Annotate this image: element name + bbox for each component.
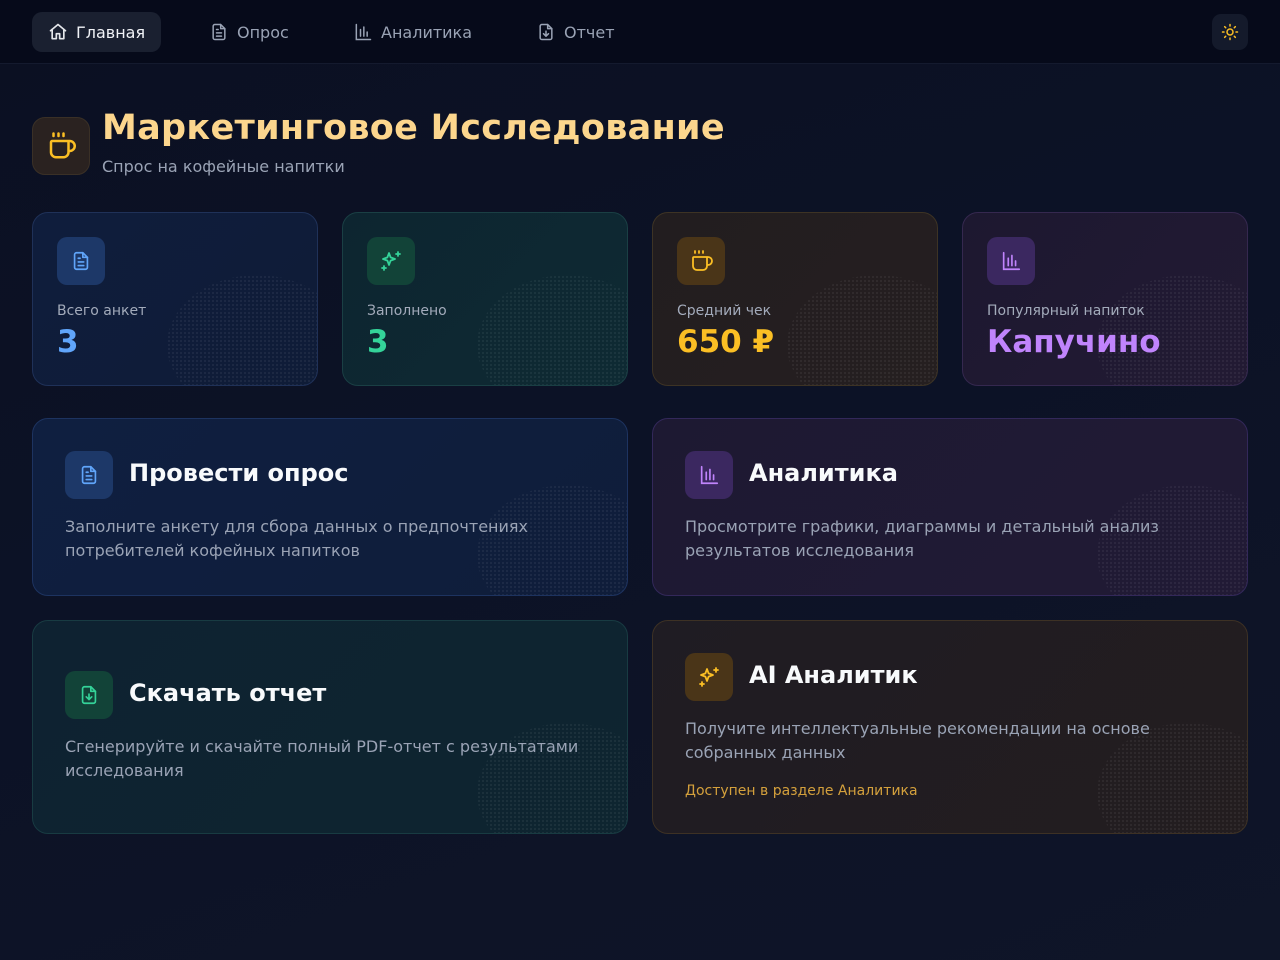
action-card-description: Сгенерируйте и скачайте полный PDF-отчет… [65, 737, 579, 780]
stat-card-completed: Заполнено 3 [342, 212, 628, 386]
document-icon [209, 22, 229, 42]
nav-item-label: Опрос [237, 22, 289, 42]
document-icon [57, 237, 105, 285]
nav-item-label: Аналитика [381, 22, 473, 42]
action-card-download-report[interactable]: Скачать отчет Сгенерируйте и скачайте по… [32, 620, 628, 834]
page-title: Маркетинговое Исследование [102, 108, 725, 148]
stat-value: 3 [367, 324, 389, 360]
action-card-analytics[interactable]: Аналитика Просмотрите графики, диаграммы… [652, 418, 1248, 596]
action-card-ai-analyst[interactable]: AI Аналитик Получите интеллектуальные ре… [652, 620, 1248, 834]
file-download-icon [65, 671, 113, 719]
stat-card-popular-drink: Популярный напиток Капучино [962, 212, 1248, 386]
file-download-icon [536, 22, 556, 42]
nav-item-survey[interactable]: Опрос [193, 12, 305, 52]
top-nav: Главная Опрос Аналитика Отчет [0, 0, 1280, 64]
document-icon [65, 451, 113, 499]
home-icon [48, 22, 68, 42]
bar-chart-icon [685, 451, 733, 499]
coffee-cup-icon [46, 131, 76, 161]
stat-value: 650 ₽ [677, 324, 775, 360]
stat-card-average-check: Средний чек 650 ₽ [652, 212, 938, 386]
action-card-note: Доступен в разделе Аналитика [685, 783, 918, 799]
action-card-description: Просмотрите графики, диаграммы и детальн… [685, 517, 1159, 560]
stat-value: Капучино [987, 324, 1161, 360]
stat-card-total-surveys: Всего анкет 3 [32, 212, 318, 386]
action-card-title: Аналитика [749, 459, 898, 487]
sun-icon [1221, 23, 1239, 41]
stat-label: Заполнено [367, 303, 447, 319]
nav-item-label: Отчет [564, 22, 615, 42]
header-logo [32, 117, 90, 175]
theme-toggle-button[interactable] [1212, 14, 1248, 50]
nav-item-home[interactable]: Главная [32, 12, 162, 52]
stat-value: 3 [57, 324, 79, 360]
nav-item-label: Главная [76, 22, 146, 42]
action-card-title: Провести опрос [129, 459, 349, 487]
nav-item-report[interactable]: Отчет [520, 12, 631, 52]
bar-chart-icon [987, 237, 1035, 285]
bar-chart-icon [353, 22, 373, 42]
stat-label: Средний чек [677, 303, 772, 319]
action-card-description: Получите интеллектуальные рекомендации н… [685, 719, 1150, 762]
nav-item-analytics[interactable]: Аналитика [337, 12, 488, 52]
action-card-description: Заполните анкету для сбора данных о пред… [65, 517, 528, 560]
action-card-title: Скачать отчет [129, 679, 327, 707]
action-card-title: AI Аналитик [749, 661, 918, 689]
coffee-cup-icon [677, 237, 725, 285]
sparkles-icon [367, 237, 415, 285]
stat-label: Всего анкет [57, 303, 147, 319]
action-card-survey[interactable]: Провести опрос Заполните анкету для сбор… [32, 418, 628, 596]
stat-label: Популярный напиток [987, 303, 1145, 319]
page-subtitle: Спрос на кофейные напитки [102, 157, 345, 176]
sparkles-icon [685, 653, 733, 701]
